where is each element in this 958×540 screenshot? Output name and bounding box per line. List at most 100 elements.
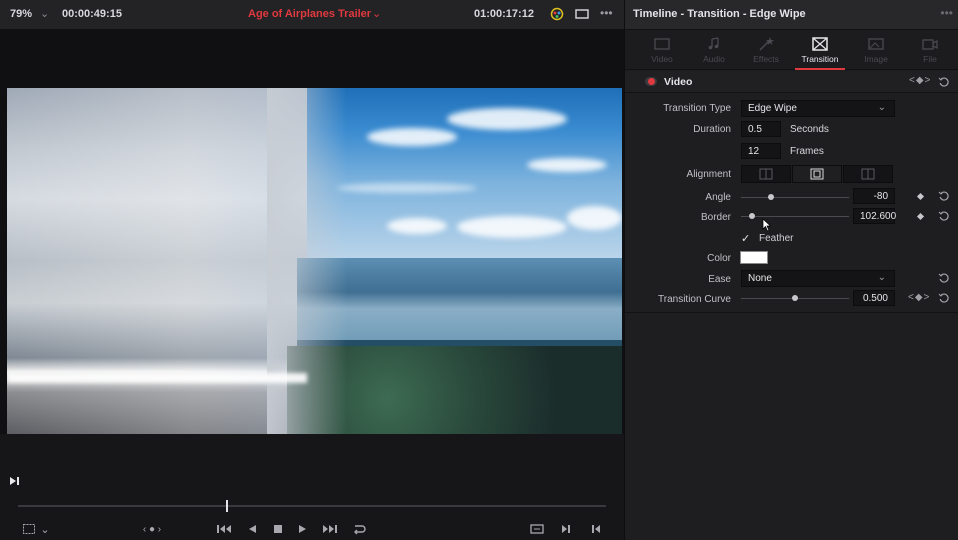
feather-label[interactable]: Feather [759,233,793,244]
tab-label: Video [651,54,673,64]
angle-reset-icon[interactable] [938,190,950,202]
clip-title-dropdown[interactable]: Age of Airplanes Trailer [248,8,371,20]
previous-edit-icon[interactable] [590,522,602,536]
angle-label: Angle [705,192,731,203]
audio-tab-icon [708,37,719,50]
tab-label: File [923,54,937,64]
inspector-title: Timeline - Transition - Edge Wipe [633,8,806,20]
ease-dropdown[interactable]: None ⌄ [741,270,895,287]
alignment-start-on-cut-button[interactable] [843,165,893,183]
transition-curve-value-field[interactable]: 0.500 [853,290,895,306]
ease-value: None [748,273,772,284]
border-slider-track[interactable] [741,216,849,217]
tab-label: Transition [801,54,839,64]
duration-frames-field[interactable]: 12 [741,143,781,159]
more-options-icon[interactable]: ••• [600,6,616,20]
border-reset-icon[interactable] [938,210,950,222]
color-label: Color [707,253,731,264]
mouse-cursor-icon [762,218,772,232]
zoom-level[interactable]: 79% [10,8,32,20]
match-frame-icon[interactable] [528,522,546,536]
chevron-down-icon: ⌄ [877,102,886,113]
chevron-down-icon: ⌄ [877,272,886,283]
effects-tab-icon [759,37,774,51]
stop-icon[interactable] [272,522,284,536]
inspector-more-options-icon[interactable]: ••• [940,6,953,20]
alignment-label: Alignment [686,169,731,180]
safe-area-chevron-down-icon[interactable]: ⌄ [40,522,50,536]
frames-unit: Frames [790,146,824,157]
transition-curve-label: Transition Curve [658,294,731,305]
angle-value-field[interactable]: -80 [853,188,895,204]
section-keyframe-nav[interactable]: <◆> [909,75,931,86]
inspector-panel: Timeline - Transition - Edge Wipe ••• Vi… [624,0,958,540]
transition-type-label: Transition Type [663,103,731,114]
section-divider [625,312,958,313]
source-timecode[interactable]: 00:00:49:15 [62,8,122,20]
ease-label: Ease [708,274,731,285]
next-edit-icon[interactable] [560,522,572,536]
transition-curve-keyframe-nav[interactable]: <◆> [908,292,930,303]
video-section-toggle[interactable] [645,77,657,86]
viewer-scrubber-track[interactable] [18,505,606,507]
transition-curve-slider-knob[interactable] [792,295,798,301]
align-end-icon [759,168,773,180]
ease-reset-icon[interactable] [938,272,950,284]
jump-to-start-icon[interactable] [216,522,232,536]
angle-slider-knob[interactable] [768,194,775,200]
border-label: Border [700,212,731,223]
video-frame-edge-wipe [7,88,622,434]
tab-transition[interactable]: Transition [795,33,845,70]
play-reverse-icon[interactable] [246,522,258,536]
viewer-panel: 79% ⌄ 00:00:49:15 Age of Airplanes Trail… [0,0,624,540]
transition-type-dropdown[interactable]: Edge Wipe ⌄ [741,100,895,117]
transition-tab-icon [812,37,828,51]
zoom-chevron-down-icon[interactable]: ⌄ [40,7,49,20]
border-slider-knob[interactable] [748,213,755,219]
feather-checkbox[interactable]: ✓ [741,232,750,245]
tab-audio[interactable]: Audio [689,33,739,70]
record-timecode[interactable]: 01:00:17:12 [474,8,534,20]
video-tab-icon [654,38,670,50]
inspector-tabs: Video Audio Effects Transition Image Fil… [625,30,958,70]
tab-effects[interactable]: Effects [741,33,791,70]
jog-control-icon[interactable]: ‹ ● › [130,522,174,536]
align-center-icon [810,168,824,180]
viewer-window-icon[interactable] [574,7,590,21]
transport-controls: ⌄ ‹ ● › [0,518,624,540]
clip-title-chevron-down-icon[interactable]: ⌄ [372,7,381,20]
alignment-end-at-cut-button[interactable] [741,165,791,183]
video-section-title: Video [664,76,693,88]
viewer-header: 79% ⌄ 00:00:49:15 Age of Airplanes Trail… [0,0,624,30]
viewer-playhead[interactable] [226,500,228,512]
angle-keyframe-icon[interactable] [916,192,925,201]
inspector-header: Timeline - Transition - Edge Wipe ••• [625,0,958,30]
loop-icon[interactable] [351,522,367,536]
alignment-center-on-cut-button[interactable] [792,165,842,183]
jump-to-end-icon[interactable] [322,522,338,536]
border-keyframe-icon[interactable] [916,212,925,221]
angle-slider-track[interactable] [741,197,849,198]
color-swatch[interactable] [740,251,768,264]
file-tab-icon [922,39,938,50]
duration-seconds-field[interactable]: 0.5 [741,121,781,137]
duration-label: Duration [693,124,731,135]
align-start-icon [861,168,875,180]
video-section-header[interactable]: Video <◆> [625,71,958,93]
tab-label: Audio [703,54,725,64]
border-value-field[interactable]: 102.600 [853,208,896,224]
section-reset-icon[interactable] [938,76,950,88]
transition-curve-reset-icon[interactable] [938,292,950,304]
seconds-unit: Seconds [790,124,829,135]
tab-label: Effects [753,54,779,64]
play-icon[interactable] [297,522,309,536]
safe-area-icon[interactable] [22,522,36,536]
transition-type-value: Edge Wipe [748,103,797,114]
tab-file[interactable]: File [905,33,955,70]
tab-image[interactable]: Image [851,33,901,70]
image-tab-icon [868,38,884,50]
out-point-marker-icon[interactable] [9,476,21,486]
tab-video[interactable]: Video [637,33,687,70]
tab-label: Image [864,54,888,64]
color-wheel-icon[interactable] [549,7,565,21]
